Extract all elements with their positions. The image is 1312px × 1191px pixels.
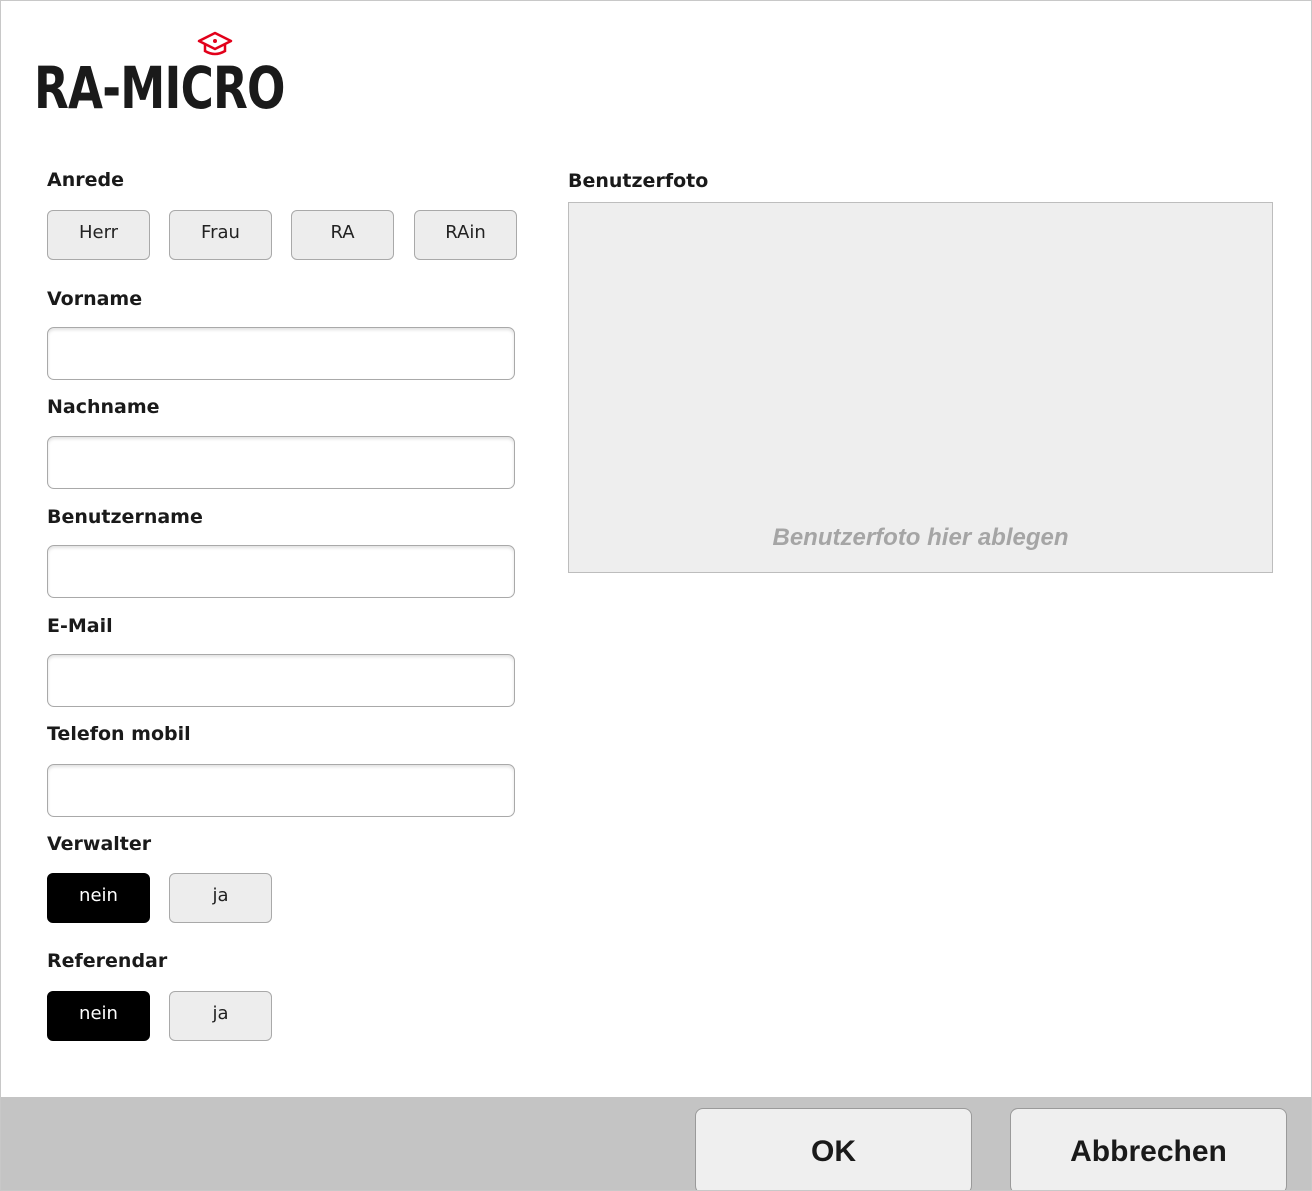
verwalter-ja-button[interactable]: ja	[169, 873, 272, 923]
email-label: E-Mail	[47, 615, 113, 637]
anrede-frau-button[interactable]: Frau	[169, 210, 272, 260]
photo-drop-hint: Benutzerfoto hier ablegen	[772, 524, 1069, 551]
benutzerfoto-label: Benutzerfoto	[568, 170, 709, 192]
cancel-button[interactable]: Abbrechen	[1010, 1108, 1287, 1190]
anrede-herr-button[interactable]: Herr	[47, 210, 150, 260]
ok-button[interactable]: OK	[695, 1108, 972, 1190]
user-dialog: RA-MICRO Anrede Herr Frau RA RAin Vornam…	[0, 0, 1312, 1191]
anrede-rain-button[interactable]: RAin	[414, 210, 517, 260]
vorname-label: Vorname	[47, 288, 143, 310]
anrede-label: Anrede	[47, 169, 124, 191]
graduation-cap-icon	[197, 31, 233, 56]
nachname-label: Nachname	[47, 396, 160, 418]
vorname-input[interactable]	[47, 327, 515, 380]
logo-text: RA-MICRO	[34, 54, 286, 122]
anrede-ra-button[interactable]: RA	[291, 210, 394, 260]
ra-micro-logo: RA-MICRO	[34, 31, 355, 122]
benutzername-label: Benutzername	[47, 506, 203, 528]
referendar-ja-button[interactable]: ja	[169, 991, 272, 1041]
benutzername-input[interactable]	[47, 545, 515, 598]
referendar-nein-button[interactable]: nein	[47, 991, 150, 1041]
referendar-label: Referendar	[47, 950, 168, 972]
photo-drop-zone[interactable]: Benutzerfoto hier ablegen	[568, 202, 1273, 573]
dialog-footer: OK Abbrechen	[1, 1097, 1311, 1190]
verwalter-label: Verwalter	[47, 833, 152, 855]
email-input[interactable]	[47, 654, 515, 707]
telefon-mobil-input[interactable]	[47, 764, 515, 817]
telefon-mobil-label: Telefon mobil	[47, 723, 191, 745]
nachname-input[interactable]	[47, 436, 515, 489]
verwalter-nein-button[interactable]: nein	[47, 873, 150, 923]
